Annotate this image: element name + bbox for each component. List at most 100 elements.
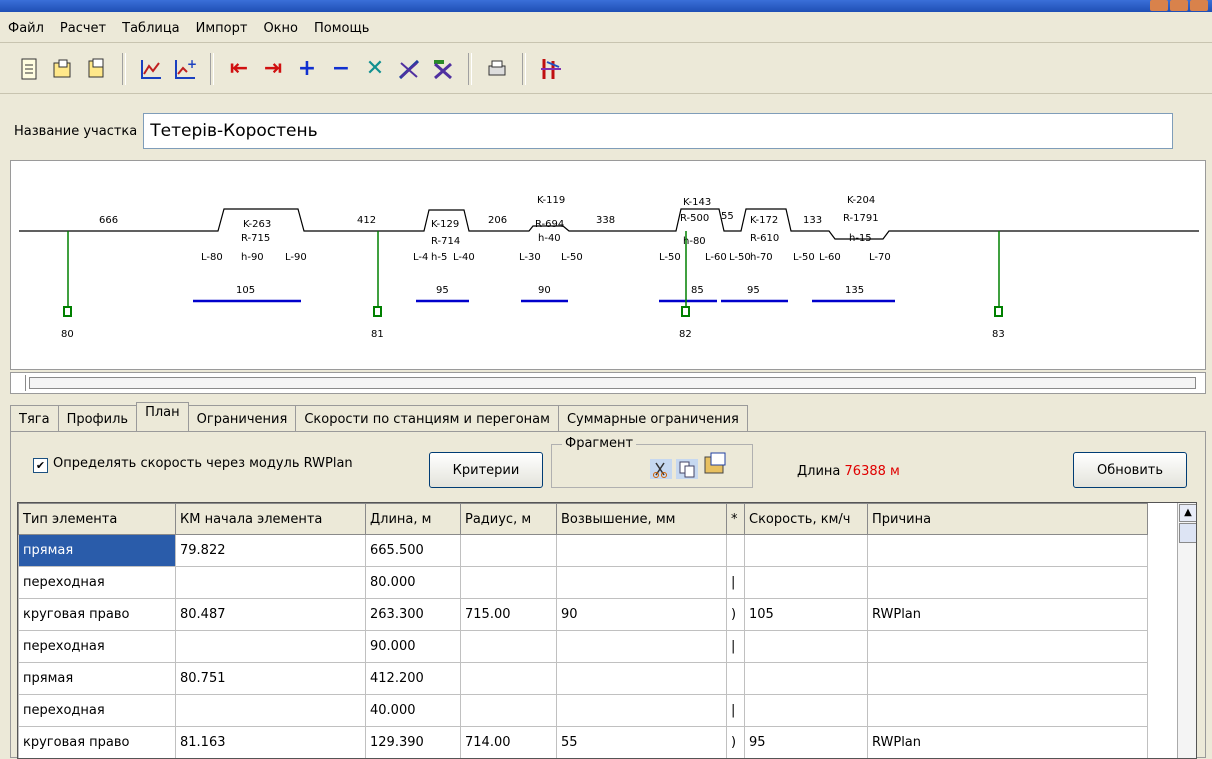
tab-plan[interactable]: План [136,402,189,432]
table-cell[interactable] [867,534,1148,567]
menu-import[interactable]: Импорт [188,21,256,36]
table-cell[interactable]: 55 [556,726,727,758]
scroll-left-button[interactable] [13,375,26,391]
table-cell[interactable] [744,566,868,599]
table-cell[interactable]: 129.390 [365,726,461,758]
table-cell[interactable] [744,694,868,727]
section-name-input[interactable] [143,113,1174,149]
table-cell[interactable] [726,662,745,695]
tab-traction[interactable]: Тяга [10,405,59,432]
menu-help[interactable]: Помощь [306,21,377,36]
table-cell[interactable]: RWPlan [867,726,1148,758]
table-cell[interactable] [556,534,727,567]
table-cell[interactable] [460,630,557,663]
table-cell[interactable] [744,534,868,567]
tab-profile[interactable]: Профиль [57,405,138,432]
diagram-scrollbar[interactable] [10,372,1206,394]
criteria-button[interactable]: Критерии [429,452,543,488]
column-header[interactable]: * [726,503,745,535]
delete-all-icon[interactable] [426,52,460,86]
column-header[interactable]: Длина, м [365,503,461,535]
tab-station-speeds[interactable]: Скорости по станциям и перегонам [295,405,559,432]
column-header[interactable]: Причина [867,503,1148,535]
table-cell[interactable]: 80.487 [175,598,366,631]
column-header[interactable]: Тип элемента [18,503,176,535]
column-header[interactable]: Радиус, м [460,503,557,535]
cut-icon[interactable] [650,459,672,479]
table-cell[interactable]: прямая [18,662,176,695]
table-cell[interactable]: RWPlan [867,598,1148,631]
table-cell[interactable]: 90 [556,598,727,631]
column-header[interactable]: КМ начала элемента [175,503,366,535]
maximize-button[interactable] [1170,0,1188,11]
remove-row-icon[interactable]: − [324,52,358,86]
tab-restrictions[interactable]: Ограничения [187,405,297,432]
table-cell[interactable]: 80.000 [365,566,461,599]
column-header[interactable]: Возвышение, мм [556,503,727,535]
table-row[interactable]: переходная 80.000 | [18,566,1148,599]
table-cell[interactable]: ) [726,726,745,758]
table-cell[interactable]: | [726,694,745,727]
menu-table[interactable]: Таблица [114,21,188,36]
table-cell[interactable]: переходная [18,694,176,727]
table-row[interactable]: круговая право 81.163 129.390 714.00 55 … [18,726,1148,758]
scroll-thumb[interactable] [29,377,1196,389]
table-cell[interactable] [556,662,727,695]
add-row-icon[interactable]: + [290,52,324,86]
menu-calc[interactable]: Расчет [52,21,114,36]
menu-file[interactable]: Файл [0,21,52,36]
delete-icon[interactable]: ✕ [358,52,392,86]
go-start-icon[interactable]: ⇤ [222,52,256,86]
table-row[interactable]: круговая право 80.487 263.300 715.00 90 … [18,598,1148,631]
print-icon[interactable] [480,52,514,86]
table-cell[interactable]: круговая право [18,726,176,758]
table-cell[interactable]: 715.00 [460,598,557,631]
table-cell[interactable] [556,630,727,663]
table-cell[interactable]: 95 [744,726,868,758]
refresh-button[interactable]: Обновить [1073,452,1187,488]
table-cell[interactable]: 90.000 [365,630,461,663]
table-cell[interactable] [460,534,557,567]
save-icon[interactable] [80,52,114,86]
delete-range-icon[interactable] [392,52,426,86]
table-cell[interactable] [460,566,557,599]
table-cell[interactable] [556,694,727,727]
table-cell[interactable] [867,694,1148,727]
table-cell[interactable]: переходная [18,630,176,663]
table-cell[interactable]: | [726,566,745,599]
table-cell[interactable] [460,694,557,727]
table-cell[interactable]: переходная [18,566,176,599]
new-document-icon[interactable] [12,52,46,86]
table-cell[interactable]: 263.300 [365,598,461,631]
copy-icon[interactable] [676,459,698,479]
table-row[interactable]: переходная 40.000 | [18,694,1148,727]
table-cell[interactable] [867,566,1148,599]
table-cell[interactable]: круговая право [18,598,176,631]
table-cell[interactable] [726,534,745,567]
open-icon[interactable] [46,52,80,86]
rwplan-checkbox[interactable]: ✔ [33,458,48,473]
table-cell[interactable]: 81.163 [175,726,366,758]
tab-total-restrictions[interactable]: Суммарные ограничения [557,405,748,432]
table-cell[interactable] [867,662,1148,695]
table-cell[interactable]: | [726,630,745,663]
table-row[interactable]: прямая 80.751 412.200 [18,662,1148,695]
table-cell[interactable]: 40.000 [365,694,461,727]
go-end-icon[interactable]: ⇥ [256,52,290,86]
table-scroll-thumb[interactable] [1179,523,1196,543]
table-cell[interactable]: 79.822 [175,534,366,567]
table-cell[interactable]: 665.500 [365,534,461,567]
scroll-up-icon[interactable]: ▲ [1179,504,1196,522]
table-cell[interactable] [175,694,366,727]
table-cell[interactable]: прямая [18,534,176,567]
table-row[interactable]: прямая 79.822 665.500 [18,534,1148,567]
table-cell[interactable] [175,630,366,663]
table-cell[interactable] [867,630,1148,663]
table-cell[interactable]: 105 [744,598,868,631]
table-cell[interactable] [744,662,868,695]
table-cell[interactable]: 412.200 [365,662,461,695]
paste-icon[interactable] [702,451,726,474]
chart-icon[interactable] [134,52,168,86]
table-cell[interactable] [556,566,727,599]
table-scrollbar[interactable]: ▲ [1177,503,1196,758]
